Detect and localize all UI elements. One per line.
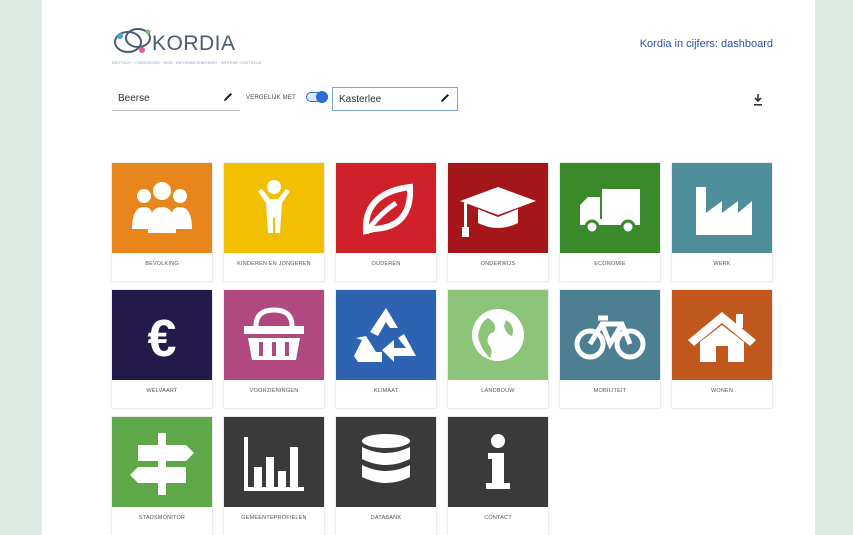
tile-color-block: [448, 290, 548, 380]
logo-mark-icon: [114, 28, 151, 53]
municipality-value: Beerse: [118, 93, 150, 104]
toggle-knob: [316, 91, 328, 103]
tile-label: LANDBOUW: [481, 388, 515, 394]
tile-color-block: [560, 163, 660, 253]
tile-color-block: [224, 290, 324, 380]
leaf-icon: [362, 183, 414, 235]
tile-landbouw[interactable]: LANDBOUW: [448, 290, 548, 408]
tile-label: BEVOLKING: [145, 261, 179, 267]
graduation-cap-icon: [460, 187, 536, 237]
factory-icon: [696, 187, 752, 235]
tile-databank[interactable]: DATABANK: [336, 417, 436, 535]
info-icon: [486, 434, 510, 489]
tile-color-block: [448, 417, 548, 507]
tile-welvaart[interactable]: € WELVAART: [112, 290, 212, 408]
tile-label: WONEN: [710, 388, 734, 394]
svg-text:€: €: [148, 310, 177, 368]
tile-werk[interactable]: WERK: [672, 163, 772, 281]
tile-label: OUDEREN: [371, 261, 401, 267]
tile-color-block: [336, 163, 436, 253]
tile-ouderen[interactable]: OUDEREN: [336, 163, 436, 281]
tile-color-block: [336, 417, 436, 507]
tile-label: WELVAART: [146, 388, 178, 394]
tile-klimaat[interactable]: KLIMAAT: [336, 290, 436, 408]
tile-color-block: [112, 163, 212, 253]
tile-onderwijs[interactable]: ONDERWIJS: [448, 163, 548, 281]
tile-mobiliteit[interactable]: MOBILITEIT: [560, 290, 660, 408]
people-icon: [132, 182, 192, 233]
tile-label: CONTACT: [484, 515, 512, 521]
kordia-logo[interactable]: KORDIA BESTUUR · ONDERZOEK · WEB · INFOR…: [112, 24, 262, 68]
download-icon[interactable]: [752, 93, 764, 107]
tile-bevolking[interactable]: BEVOLKING: [112, 163, 212, 281]
globe-icon: [472, 309, 524, 361]
tile-color-block: [560, 290, 660, 380]
compare-toggle[interactable]: [306, 91, 328, 103]
tile-label: DATABANK: [370, 515, 402, 521]
tile-label: ECONOMIE: [594, 261, 626, 267]
logo-text: KORDIA: [152, 32, 236, 55]
logo-tagline: BESTUUR · ONDERZOEK · WEB · INFORMATIEBE…: [112, 60, 262, 65]
tile-label: VOORZIENINGEN: [249, 388, 299, 394]
tile-label: ONDERWIJS: [480, 261, 516, 267]
tile-color-block: [112, 417, 212, 507]
compare-municipality-field[interactable]: Kasterlee: [332, 87, 458, 111]
tile-label: STADSMONITOR: [138, 515, 186, 521]
tile-color-block: [336, 290, 436, 380]
compare-municipality-value: Kasterlee: [339, 94, 382, 105]
euro-icon: €: [148, 310, 177, 368]
tile-label: MOBILITEIT: [593, 388, 627, 394]
tile-economie[interactable]: ECONOMIE: [560, 163, 660, 281]
tile-kinderen-en-jongeren[interactable]: KINDEREN EN JONGEREN: [224, 163, 324, 281]
pencil-icon[interactable]: [439, 92, 451, 104]
compare-label: VERGELIJK MET: [246, 95, 296, 101]
bicycle-icon: [574, 315, 646, 360]
tile-color-block: [448, 163, 548, 253]
basket-icon: [244, 307, 304, 360]
child-icon: [258, 180, 290, 233]
tile-voorzieningen[interactable]: VOORZIENINGEN: [224, 290, 324, 408]
database-icon: [362, 434, 410, 483]
tile-gemeenteprofielen[interactable]: GEMEENTEPROFIELEN: [224, 417, 324, 535]
tile-color-block: [672, 163, 772, 253]
tile-contact[interactable]: CONTACT: [448, 417, 548, 535]
recycle-icon: [354, 308, 416, 362]
tile-stadsmonitor[interactable]: STADSMONITOR: [112, 417, 212, 535]
tile-label: KLIMAAT: [373, 388, 399, 394]
tile-color-block: [672, 290, 772, 380]
page: KORDIA BESTUUR · ONDERZOEK · WEB · INFOR…: [42, 0, 815, 535]
tile-wonen[interactable]: WONEN: [672, 290, 772, 408]
signpost-icon: [130, 433, 194, 495]
dashboard-link[interactable]: Kordia in cijfers: dashboard: [640, 38, 773, 50]
tile-color-block: [224, 417, 324, 507]
municipality-field[interactable]: Beerse: [112, 87, 240, 111]
house-icon: [688, 312, 756, 362]
bar-chart-icon: [244, 437, 304, 491]
tile-color-block: [224, 163, 324, 253]
tile-label: WERK: [713, 261, 731, 267]
tile-label: GEMEENTEPROFIELEN: [241, 515, 307, 521]
truck-icon: [580, 189, 640, 235]
pencil-icon[interactable]: [222, 91, 234, 103]
tile-label: KINDEREN EN JONGEREN: [237, 261, 311, 267]
tile-color-block: €: [112, 290, 212, 380]
